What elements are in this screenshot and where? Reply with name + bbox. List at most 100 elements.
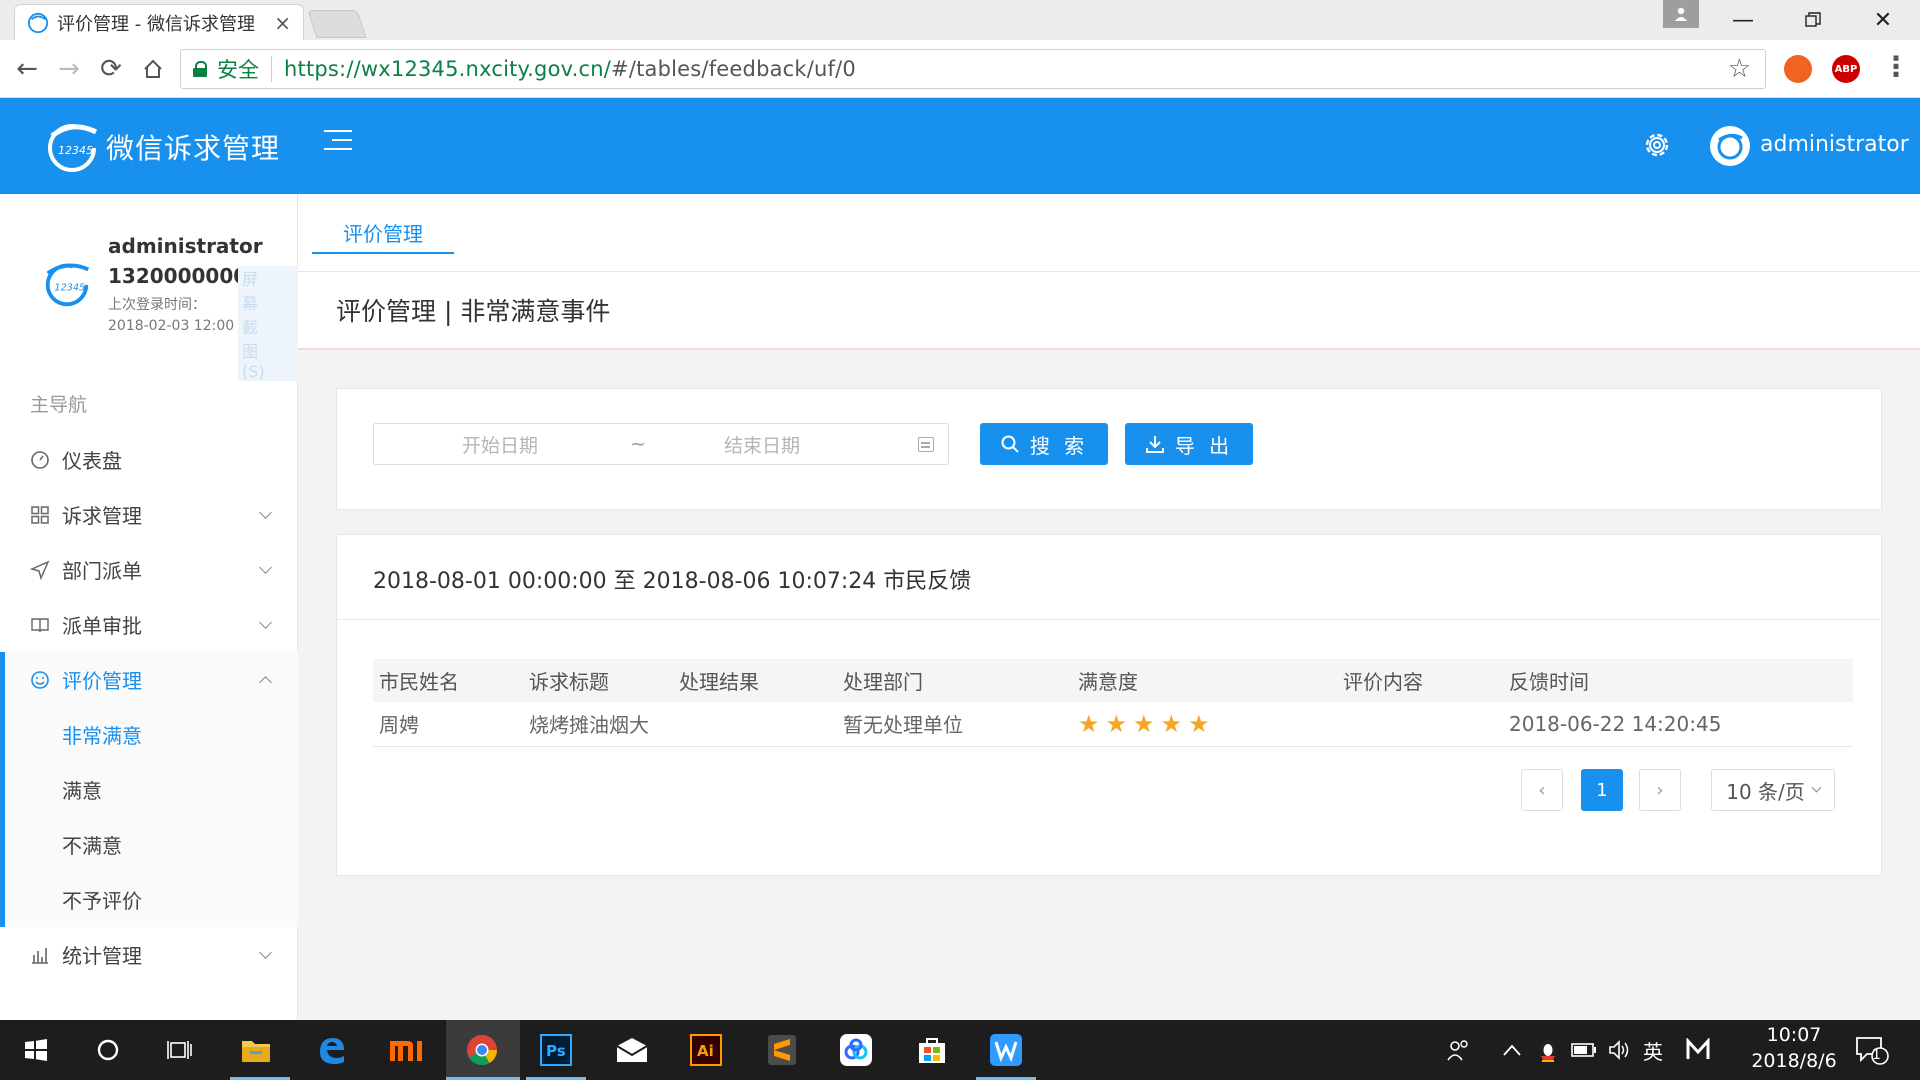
mail-icon[interactable]: [612, 1030, 652, 1070]
date-range-separator: ~: [630, 433, 646, 455]
profile-icon[interactable]: [1663, 0, 1699, 28]
reload-icon[interactable]: ⟳: [94, 52, 128, 86]
filter-panel: 开始日期 ~ 结束日期 搜 索 导 出: [336, 388, 1882, 510]
start-date-input[interactable]: 开始日期: [462, 431, 538, 458]
header-username[interactable]: administrator: [1760, 132, 1909, 157]
prev-page-button[interactable]: ‹: [1521, 769, 1563, 811]
gear-icon[interactable]: [1642, 130, 1672, 160]
tab-close-icon[interactable]: ×: [274, 11, 291, 35]
store-icon[interactable]: [912, 1030, 952, 1070]
edge-icon[interactable]: [312, 1030, 352, 1070]
last-login-time: 2018-02-03 12:00: [108, 318, 235, 334]
cell-result: [673, 702, 837, 747]
page-title: 评价管理 | 非常满意事件: [336, 297, 611, 326]
last-login-label: 上次登录时间：: [108, 297, 206, 313]
ime-indicator[interactable]: 英: [1643, 1036, 1663, 1065]
url-input[interactable]: 安全 https://wx12345.nxcity.gov.cn/#/table…: [180, 49, 1766, 89]
sidebar-subitem-no-rating[interactable]: 不予评价: [0, 872, 298, 927]
page-size-select[interactable]: 10 条/页: [1711, 769, 1835, 811]
main-nav: 仪表盘 诉求管理 部门派单 派单审批 评价管理 非常满意 满意 不满意 不予评价…: [0, 432, 298, 982]
sidebar-item-approval[interactable]: 派单审批: [0, 597, 298, 652]
sidebar-item-label: 评价管理: [62, 669, 142, 693]
url-text: https://wx12345.nxcity.gov.cn/#/tables/f…: [284, 57, 856, 81]
tab-title: 评价管理 - 微信诉求管理: [57, 13, 255, 35]
page-1-button[interactable]: 1: [1581, 769, 1623, 811]
sidebar-group-feedback: 评价管理 非常满意 满意 不满意 不予评价: [0, 652, 298, 927]
sidebar-subitem-unsatisfied[interactable]: 不满意: [0, 817, 298, 872]
restore-icon[interactable]: [1778, 0, 1848, 40]
sidebar-item-dispatch[interactable]: 部门派单: [0, 542, 298, 597]
sidebar-subitem-satisfied[interactable]: 满意: [0, 762, 298, 817]
app-header: 12345 微信诉求管理 administrator: [0, 98, 1920, 194]
tab-feedback[interactable]: 评价管理: [312, 218, 454, 254]
people-icon[interactable]: [1438, 1030, 1478, 1070]
table-row[interactable]: 周娉 烧烤摊油烟大 暂无处理单位 ★ ★ ★ ★ ★ 2018-06-22 14:20:…: [373, 702, 1853, 747]
task-view-icon[interactable]: [160, 1030, 200, 1070]
app-title: 微信诉求管理: [106, 132, 281, 165]
cortana-icon[interactable]: [88, 1030, 128, 1070]
clock-date[interactable]: 2018/8/6: [1740, 1050, 1848, 1072]
bookmark-star-icon[interactable]: ☆: [1728, 54, 1751, 84]
star-icon: ★: [1188, 709, 1210, 738]
qq-icon[interactable]: [1528, 1030, 1568, 1070]
minimize-icon[interactable]: —: [1708, 0, 1778, 40]
windows-start-icon[interactable]: [16, 1030, 56, 1070]
grid-icon: [28, 503, 52, 527]
sidebar-item-statistics[interactable]: 统计管理: [0, 927, 298, 982]
column-header: 评价内容: [1337, 659, 1503, 702]
illustrator-icon[interactable]: Ai: [686, 1030, 726, 1070]
site-logo-icon: [27, 12, 49, 33]
browser-tab[interactable]: 评价管理 - 微信诉求管理 ×: [14, 4, 304, 40]
feedback-table: 市民姓名 诉求标题 处理结果 处理部门 满意度 评价内容 反馈时间 周娉 烧烤摊…: [373, 659, 1853, 747]
sidebar-subitem-very-satisfied[interactable]: 非常满意: [0, 707, 298, 762]
page-heading-bar: 评价管理 | 非常满意事件: [298, 272, 1920, 350]
photoshop-icon[interactable]: Ps: [536, 1030, 576, 1070]
results-divider: [337, 619, 1883, 620]
wps-icon[interactable]: [986, 1030, 1026, 1070]
forward-icon[interactable]: →: [52, 52, 86, 86]
cell-name: 周娉: [373, 702, 523, 747]
mi-icon[interactable]: [386, 1030, 426, 1070]
close-window-icon[interactable]: ✕: [1848, 0, 1918, 40]
chevron-down-icon: [259, 561, 272, 574]
results-title: 2018-08-01 00:00:00 至 2018-08-06 10:07:2…: [373, 569, 972, 594]
input-method-icon[interactable]: [1678, 1030, 1718, 1070]
sidebar-item-feedback[interactable]: 评价管理: [0, 652, 298, 707]
volume-icon[interactable]: [1600, 1030, 1640, 1070]
battery-icon[interactable]: [1564, 1030, 1604, 1070]
windows-taskbar: Ps Ai 英 10:07 2018/8/6 1: [0, 1020, 1920, 1080]
next-page-button[interactable]: ›: [1639, 769, 1681, 811]
new-tab-button[interactable]: [307, 10, 367, 38]
search-button[interactable]: 搜 索: [980, 423, 1108, 465]
export-button-label: 导 出: [1174, 433, 1234, 458]
column-header: 处理结果: [673, 659, 837, 702]
file-explorer-icon[interactable]: [236, 1030, 276, 1070]
browser-tab-bar: 评价管理 - 微信诉求管理 × — ✕: [0, 0, 1920, 40]
sidebar-item-dashboard[interactable]: 仪表盘: [0, 432, 298, 487]
extension-icon[interactable]: [1784, 55, 1812, 83]
end-date-input[interactable]: 结束日期: [724, 431, 800, 458]
avatar[interactable]: [1710, 126, 1750, 166]
export-button[interactable]: 导 出: [1125, 423, 1253, 465]
smile-icon: [28, 668, 52, 692]
browser-menu-icon[interactable]: ⋮: [1882, 50, 1910, 83]
sublime-text-icon[interactable]: [762, 1030, 802, 1070]
menu-toggle-icon[interactable]: [324, 130, 352, 154]
baidu-netdisk-icon[interactable]: [836, 1030, 876, 1070]
back-icon[interactable]: ←: [10, 52, 44, 86]
adblock-icon[interactable]: ABP: [1832, 55, 1860, 83]
cell-rating: ★ ★ ★ ★ ★: [1072, 702, 1337, 747]
chevron-down-icon: [1811, 782, 1822, 792]
sidebar-item-requests[interactable]: 诉求管理: [0, 487, 298, 542]
chrome-icon[interactable]: [462, 1030, 502, 1070]
chevron-up-icon[interactable]: [1492, 1030, 1532, 1070]
user-avatar: 12345: [45, 263, 90, 307]
clock-time[interactable]: 10:07: [1756, 1024, 1832, 1046]
book-icon: [28, 613, 52, 637]
home-icon[interactable]: [136, 52, 170, 86]
date-range-picker[interactable]: 开始日期 ~ 结束日期: [373, 423, 949, 465]
sidebar-item-label: 仪表盘: [62, 449, 122, 473]
bar-chart-icon: [28, 943, 52, 967]
star-icon: ★: [1160, 709, 1183, 738]
calendar-icon: [918, 437, 934, 452]
